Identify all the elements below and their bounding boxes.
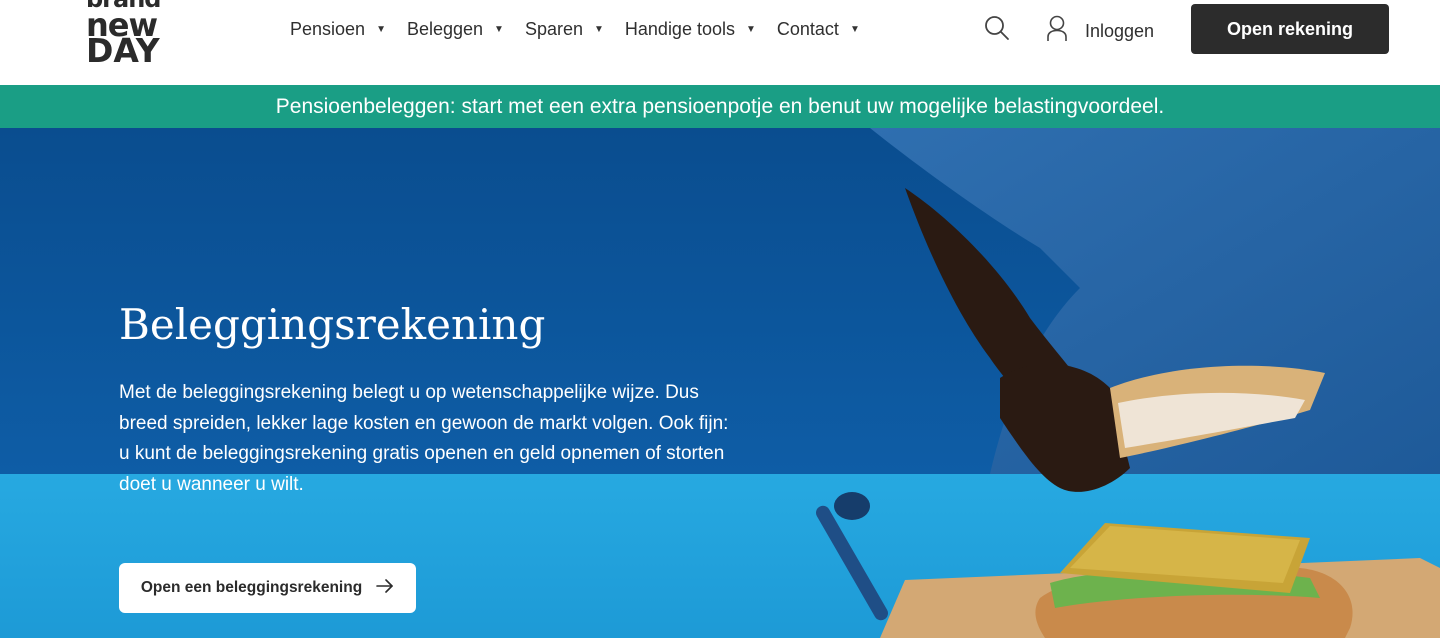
hero-description: Met de beleggingsrekening belegt u op we… — [119, 382, 729, 495]
login-label: Inloggen — [1085, 20, 1155, 41]
promo-banner[interactable]: Pensioenbeleggen: start met een extra pe… — [0, 85, 1440, 128]
hero-section: Beleggingsrekening Met de beleggingsreke… — [0, 128, 1440, 638]
site-header: brand new DAY Pensioen ▼ Beleggen ▼ Spar… — [0, 0, 1440, 85]
open-account-button[interactable]: Open rekening — [1191, 4, 1389, 54]
nav-item-contact[interactable]: Contact ▼ — [777, 18, 860, 40]
login-link[interactable]: Inloggen — [1046, 15, 1154, 47]
caret-down-icon: ▼ — [494, 23, 504, 35]
promo-banner-text: Pensioenbeleggen: start met een extra pe… — [275, 94, 1165, 118]
brand-logo[interactable]: brand new DAY — [86, 0, 176, 68]
nav-item-handige-tools[interactable]: Handige tools ▼ — [625, 18, 756, 40]
arrow-right-icon — [376, 578, 394, 598]
search-icon[interactable] — [984, 15, 1010, 41]
caret-down-icon: ▼ — [594, 23, 604, 35]
caret-down-icon: ▼ — [745, 23, 756, 35]
caret-down-icon: ▼ — [376, 23, 386, 35]
cta-label: Open een beleggingsrekening — [140, 579, 363, 596]
open-investment-account-button[interactable]: Open een beleggingsrekening — [119, 563, 416, 613]
nav-item-pensioen[interactable]: Pensioen ▼ — [290, 18, 386, 40]
nav-item-label: Handige tools — [624, 18, 735, 39]
logo-line-3: DAY — [86, 31, 160, 70]
caret-down-icon: ▼ — [849, 23, 860, 35]
nav-item-label: Pensioen — [290, 18, 366, 39]
user-icon — [1046, 15, 1068, 47]
nav-item-sparen[interactable]: Sparen ▼ — [525, 18, 604, 40]
nav-item-label: Contact — [776, 18, 839, 39]
nav-item-label: Sparen — [524, 18, 583, 39]
main-nav: Pensioen ▼ Beleggen ▼ Sparen ▼ Handige t… — [290, 18, 881, 40]
page-title: Beleggingsrekening — [119, 300, 546, 349]
nav-item-label: Beleggen — [406, 18, 484, 39]
nav-item-beleggen[interactable]: Beleggen ▼ — [407, 18, 504, 40]
